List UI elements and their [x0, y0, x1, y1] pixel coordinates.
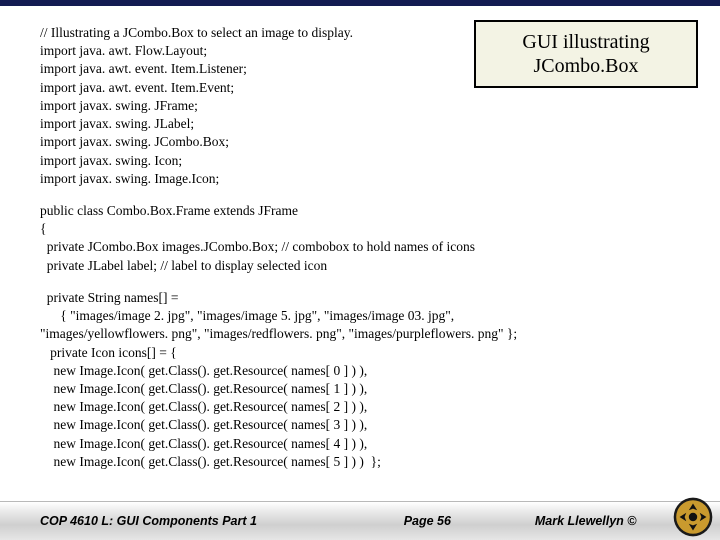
- spacer: [40, 275, 700, 289]
- code-imports: // Illustrating a JCombo.Box to select a…: [40, 24, 700, 188]
- footer: COP 4610 L: GUI Components Part 1 Page 5…: [0, 501, 720, 540]
- slide: GUI illustrating JCombo.Box // Illustrat…: [0, 0, 720, 540]
- code-fields: private String names[] = { "images/image…: [40, 289, 700, 471]
- footer-left: COP 4610 L: GUI Components Part 1: [0, 514, 328, 528]
- code-classdecl: public class Combo.Box.Frame extends JFr…: [40, 202, 700, 275]
- slide-body: // Illustrating a JCombo.Box to select a…: [40, 24, 700, 490]
- footer-center: Page 56: [328, 514, 527, 528]
- logo-icon: [672, 496, 714, 538]
- spacer: [40, 188, 700, 202]
